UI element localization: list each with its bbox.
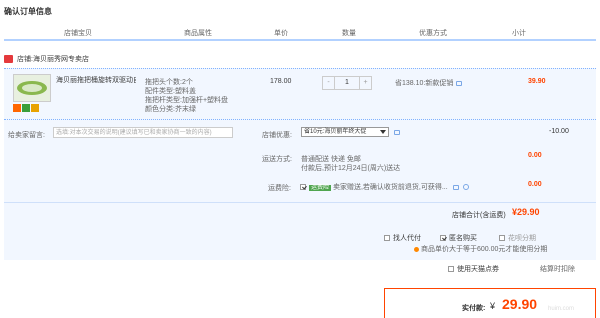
product-thumbnail[interactable] bbox=[13, 74, 51, 102]
unit-price: 178.00 bbox=[270, 78, 292, 85]
promo-label: 省138.10:新款促销 bbox=[395, 80, 454, 87]
final-payment-amount: 29.90 bbox=[502, 296, 538, 312]
promo-text: 省138.10:新款促销 bbox=[395, 78, 463, 88]
shipping-fee: 0.00 bbox=[528, 152, 542, 159]
shop-line: 店铺: 海贝丽秀网专卖店 bbox=[4, 53, 89, 65]
chat-bubble-icon[interactable] bbox=[456, 80, 463, 86]
qty-plus-button[interactable]: + bbox=[359, 77, 371, 89]
shop-discount-label: 店铺优惠: bbox=[262, 132, 292, 139]
installment-hint: 商品单价大于等于600.00元才能使用分期 bbox=[414, 244, 547, 254]
product-name[interactable]: 海贝丽拖把桶旋转双驱动自动甩... bbox=[56, 75, 136, 85]
pay-by-proxy[interactable]: 找人代付 bbox=[384, 233, 421, 243]
anon-label: 匿名购买 bbox=[449, 235, 477, 242]
anonymous-purchase[interactable]: 匿名购买 bbox=[440, 233, 477, 243]
tmall-points-option[interactable]: 使用天猫点券 bbox=[448, 264, 499, 274]
memo-label: 给卖家留言: bbox=[8, 132, 45, 139]
tmall-points-label: 使用天猫点券 bbox=[457, 266, 499, 273]
installment-option[interactable]: 花呗分期 bbox=[499, 233, 536, 243]
tag-invoice-icon[interactable] bbox=[31, 104, 39, 112]
shop-icon bbox=[4, 55, 13, 63]
tmall-points-value: 结算时扣除 bbox=[540, 266, 575, 273]
item-subtotal: 39.90 bbox=[528, 78, 546, 85]
insurance-badge: 运费险 bbox=[309, 185, 332, 191]
final-payment-label: 实付款: bbox=[462, 305, 486, 312]
chevron-down-icon bbox=[380, 130, 386, 134]
chat-bubble-icon[interactable] bbox=[452, 184, 459, 190]
tag-guarantee-icon[interactable] bbox=[22, 104, 30, 112]
col-subtotal: 小计 bbox=[512, 30, 526, 37]
installment-label: 花呗分期 bbox=[508, 235, 536, 242]
col-attr: 商品属性 bbox=[184, 30, 212, 37]
store-total-label: 店铺合计(含运费) bbox=[452, 212, 506, 219]
anon-checkbox[interactable] bbox=[440, 235, 446, 242]
col-qty: 数量 bbox=[342, 30, 356, 37]
installment-checkbox[interactable] bbox=[499, 235, 505, 242]
proxy-checkbox[interactable] bbox=[384, 235, 390, 242]
shop-name[interactable]: 海贝丽秀网专卖店 bbox=[33, 54, 89, 64]
tag-7day-icon[interactable] bbox=[13, 104, 21, 112]
spec-line: 颜色分类:芥末绿 bbox=[145, 106, 196, 113]
chat-bubble-icon[interactable] bbox=[394, 130, 400, 135]
page-title: 确认订单信息 bbox=[4, 7, 52, 16]
qty-input[interactable]: 1 bbox=[335, 77, 359, 89]
proxy-label: 找人代付 bbox=[393, 235, 421, 242]
store-total-value: ¥29.90 bbox=[512, 207, 540, 217]
store-total-row bbox=[4, 202, 596, 226]
shipping-label: 运送方式: bbox=[262, 156, 292, 163]
col-shop: 店铺宝贝 bbox=[64, 30, 92, 37]
shipping-eta: 付款后,预计12月24日(周六)送达 bbox=[301, 165, 401, 172]
insurance-label: 运费险: bbox=[268, 185, 291, 192]
tmall-points-checkbox[interactable] bbox=[448, 266, 454, 273]
insurance-text: 卖家赠送,若确认收货前退货,可获得... bbox=[332, 184, 448, 191]
shop-discount-value: 省10元:海贝丽年终大促 bbox=[304, 129, 367, 135]
qty-minus-button[interactable]: - bbox=[323, 77, 335, 89]
currency-symbol: ¥ bbox=[490, 301, 496, 311]
table-header: 店铺宝贝 商品属性 单价 数量 优惠方式 小计 bbox=[4, 25, 596, 41]
insurance-fee: 0.00 bbox=[528, 181, 542, 188]
shop-label: 店铺: bbox=[17, 56, 33, 63]
col-price: 单价 bbox=[274, 30, 288, 37]
info-icon bbox=[414, 246, 419, 252]
memo-input[interactable]: 选填:对本次交易的说明(建议填写已和卖家协商一致的内容) bbox=[53, 127, 233, 138]
service-tags bbox=[13, 104, 39, 112]
help-icon[interactable] bbox=[462, 184, 469, 191]
installment-hint-text: 商品单价大于等于600.00元才能使用分期 bbox=[421, 246, 548, 253]
col-promo: 优惠方式 bbox=[419, 30, 447, 37]
shop-discount-amount: -10.00 bbox=[549, 128, 569, 135]
insurance-checkbox[interactable] bbox=[300, 184, 306, 191]
quantity-stepper[interactable]: - 1 + bbox=[322, 76, 372, 90]
watermark: huim.com bbox=[548, 306, 575, 312]
shop-discount-select[interactable]: 省10元:海贝丽年终大促 bbox=[301, 127, 389, 137]
insurance-row: 运费险 卖家赠送,若确认收货前退货,可获得... bbox=[300, 182, 469, 192]
